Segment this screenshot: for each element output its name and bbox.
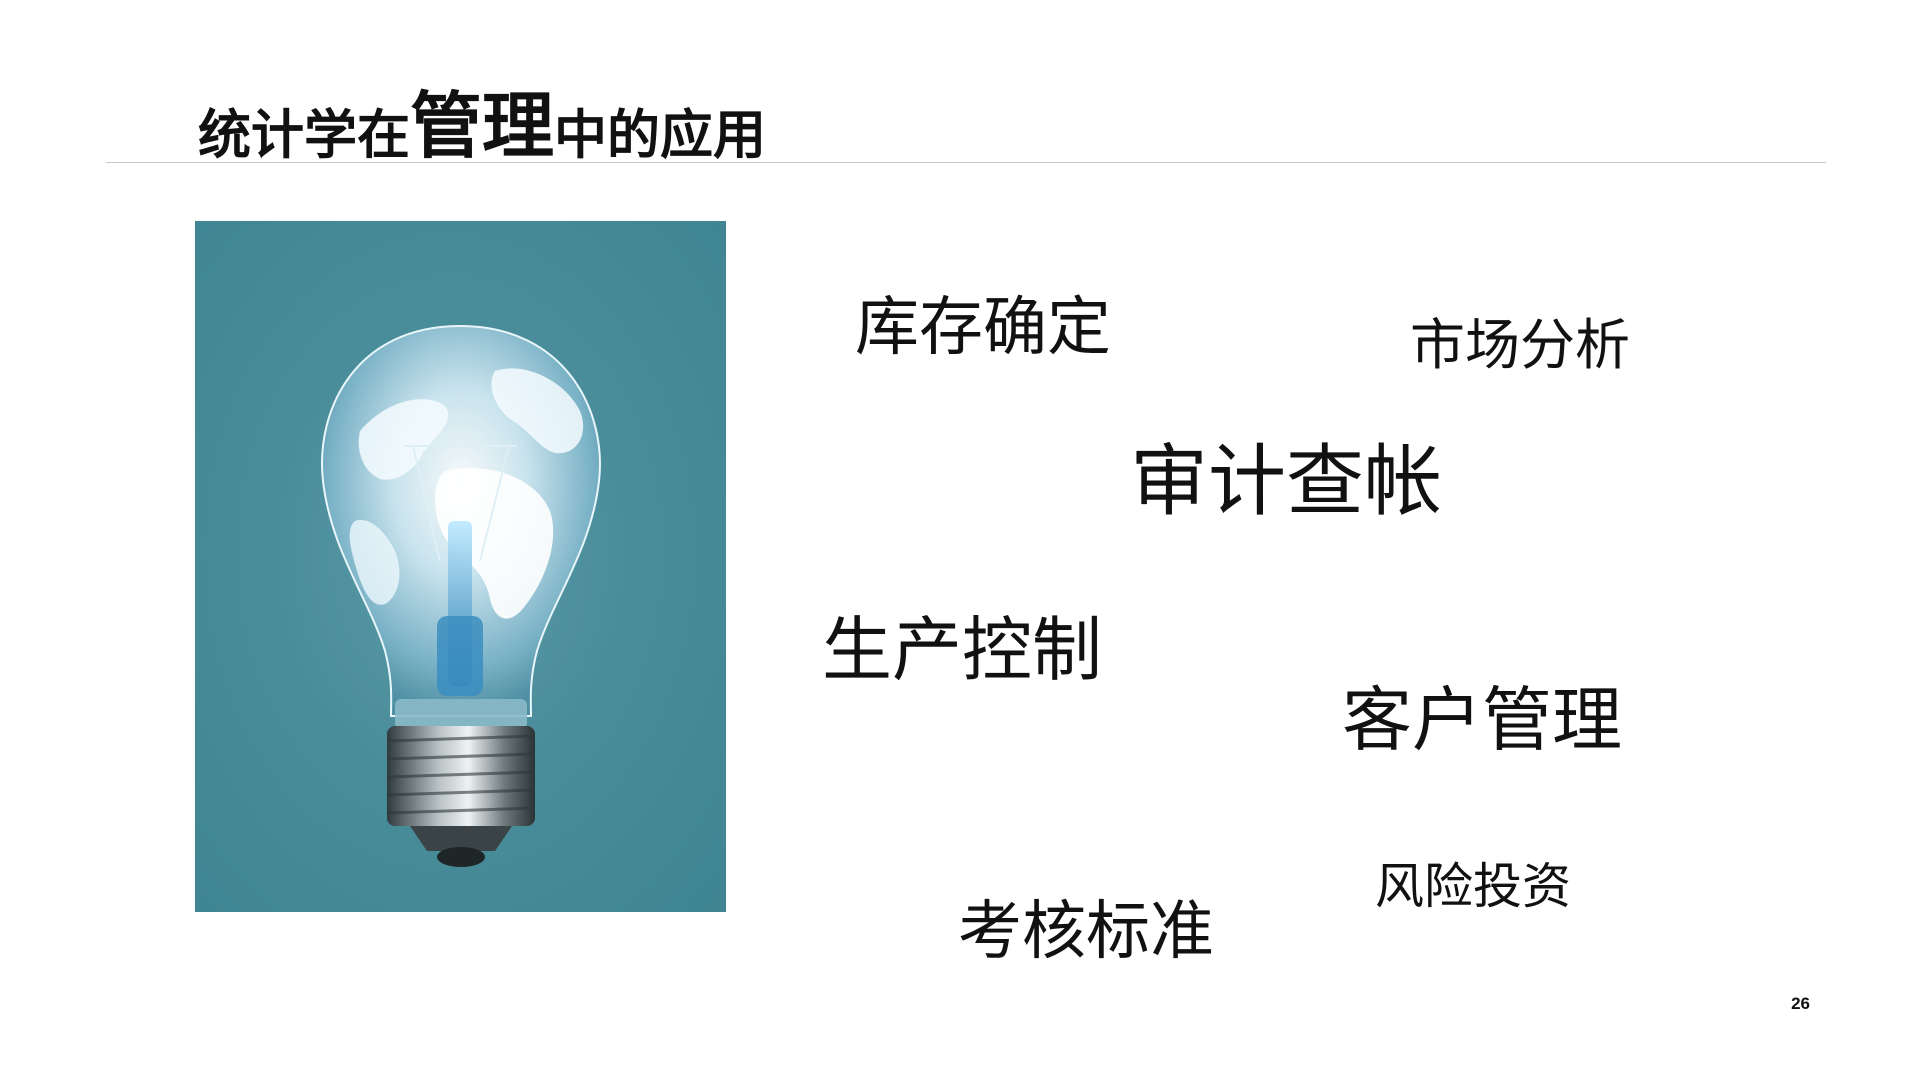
page-number: 26: [1791, 994, 1810, 1013]
keyword-customer-management: 客户管理: [1342, 679, 1622, 761]
title-divider: [106, 162, 1826, 163]
slide: 统计学在 管理 中的应用 库存确定 市场分析 审计查帐 生产控制 客户管理 风险…: [0, 0, 1920, 1080]
keyword-market-analysis: 市场分析: [1410, 313, 1631, 377]
title-part-1: 统计学在: [198, 105, 410, 166]
keyword-risk-investment: 风险投资: [1375, 858, 1572, 915]
title-part-3: 中的应用: [554, 105, 767, 166]
lightbulb-globe-image: [195, 221, 726, 912]
keyword-production-control: 生产控制: [822, 609, 1102, 691]
keyword-audit: 审计查帐: [1130, 437, 1443, 527]
keyword-assessment-standard: 考核标准: [958, 895, 1214, 969]
keyword-inventory: 库存确定: [855, 291, 1111, 365]
title-part-2: 管理: [410, 84, 555, 168]
slide-title: 统计学在 管理 中的应用: [198, 62, 766, 162]
